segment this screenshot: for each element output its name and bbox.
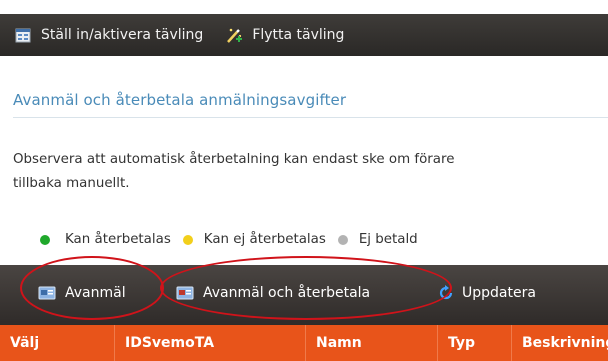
- refund-note: Observera att automatisk återbetalning k…: [13, 148, 608, 196]
- legend-item-unpaid: Ej betald: [337, 232, 418, 247]
- refresh-icon: [438, 285, 454, 301]
- move-competition-button[interactable]: Flytta tävling: [211, 14, 344, 56]
- setup-competition-label: Ställ in/aktivera tävling: [41, 27, 204, 43]
- column-header-description[interactable]: Beskrivning: [512, 325, 608, 361]
- magic-wand-icon: [225, 26, 243, 44]
- legend-label-refundable: Kan återbetalas: [65, 232, 171, 247]
- card-icon: [38, 286, 56, 300]
- gray-dot-icon: [337, 234, 348, 245]
- unregister-and-refund-label: Avanmäl och återbetala: [203, 285, 371, 301]
- grid-toolbar: Avanmäl Avanmäl och återbetala Uppdatera: [0, 265, 608, 325]
- unregister-button[interactable]: Avanmäl: [38, 285, 126, 301]
- unregister-label: Avanmäl: [65, 285, 126, 301]
- refund-note-line1: Observera att automatisk återbetalning k…: [13, 152, 455, 167]
- legend-item-refundable: Kan återbetalas: [40, 232, 171, 247]
- section-title: Avanmäl och återbetala anmälningsavgifte…: [13, 91, 347, 109]
- competition-settings-icon: [14, 26, 32, 44]
- column-header-name[interactable]: Namn: [306, 325, 438, 361]
- top-toolbar: Ställ in/aktivera tävling Flytta tävling: [0, 14, 608, 56]
- status-legend: Kan återbetalas Kan ej återbetalas Ej be…: [40, 232, 430, 247]
- legend-label-unpaid: Ej betald: [358, 232, 418, 247]
- table-header: Välj IDSvemoTA Namn Typ Beskrivning: [0, 325, 608, 361]
- section-divider: [13, 117, 608, 118]
- refund-note-line2: tillbaka manuellt.: [13, 176, 130, 191]
- column-header-type[interactable]: Typ: [438, 325, 512, 361]
- setup-competition-button[interactable]: Ställ in/aktivera tävling: [0, 14, 203, 56]
- column-header-select[interactable]: Välj: [0, 325, 115, 361]
- green-dot-icon: [40, 234, 50, 245]
- move-competition-label: Flytta tävling: [252, 27, 345, 43]
- card-refund-icon: [176, 286, 194, 300]
- legend-label-not-refundable: Kan ej återbetalas: [203, 232, 326, 247]
- yellow-dot-icon: [182, 234, 193, 245]
- refresh-label: Uppdatera: [462, 285, 536, 301]
- unregister-and-refund-button[interactable]: Avanmäl och återbetala: [176, 285, 370, 301]
- column-header-id[interactable]: IDSvemoTA: [115, 325, 306, 361]
- refresh-button[interactable]: Uppdatera: [438, 285, 536, 301]
- legend-item-not-refundable: Kan ej återbetalas: [182, 232, 326, 247]
